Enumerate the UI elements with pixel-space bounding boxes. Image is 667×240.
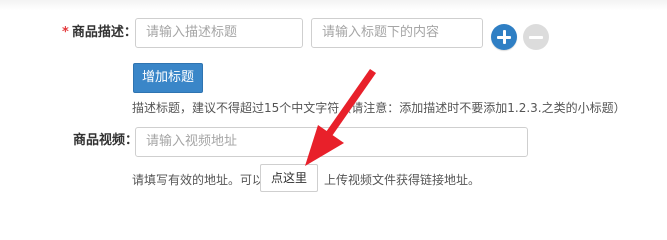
description-hint: 描述标题，建议不得超过15个中文字符（请注意：添加描述时不要添加1.2.3.之类… bbox=[132, 101, 626, 115]
click-here-button[interactable]: 点这里 bbox=[260, 164, 318, 192]
video-url-placeholder: 请输入视频地址 bbox=[146, 134, 238, 149]
product-form: * 商品描述： 请输入描述标题 请输入标题下的内容 增加标题 描述标题，建议不得超… bbox=[0, 0, 667, 208]
plus-circle-icon[interactable] bbox=[491, 24, 517, 50]
description-title-placeholder: 请输入描述标题 bbox=[146, 25, 238, 40]
required-mark: * bbox=[62, 25, 69, 40]
description-label: * 商品描述： bbox=[62, 25, 137, 41]
video-hint-before: 请填写有效的地址。可以 bbox=[132, 173, 265, 187]
video-label: 商品视频： bbox=[73, 133, 139, 148]
add-title-button[interactable]: 增加标题 bbox=[133, 63, 203, 93]
minus-circle-icon[interactable] bbox=[523, 24, 549, 50]
description-title-input[interactable]: 请输入描述标题 bbox=[135, 18, 303, 48]
description-content-placeholder: 请输入标题下的内容 bbox=[322, 25, 440, 40]
video-hint-after: 上传视频文件获得链接地址。 bbox=[324, 173, 481, 187]
description-label-text: 商品描述： bbox=[71, 25, 137, 40]
description-content-input[interactable]: 请输入标题下的内容 bbox=[311, 18, 483, 48]
top-shadow bbox=[0, 0, 667, 10]
video-url-input[interactable]: 请输入视频地址 bbox=[135, 127, 528, 157]
